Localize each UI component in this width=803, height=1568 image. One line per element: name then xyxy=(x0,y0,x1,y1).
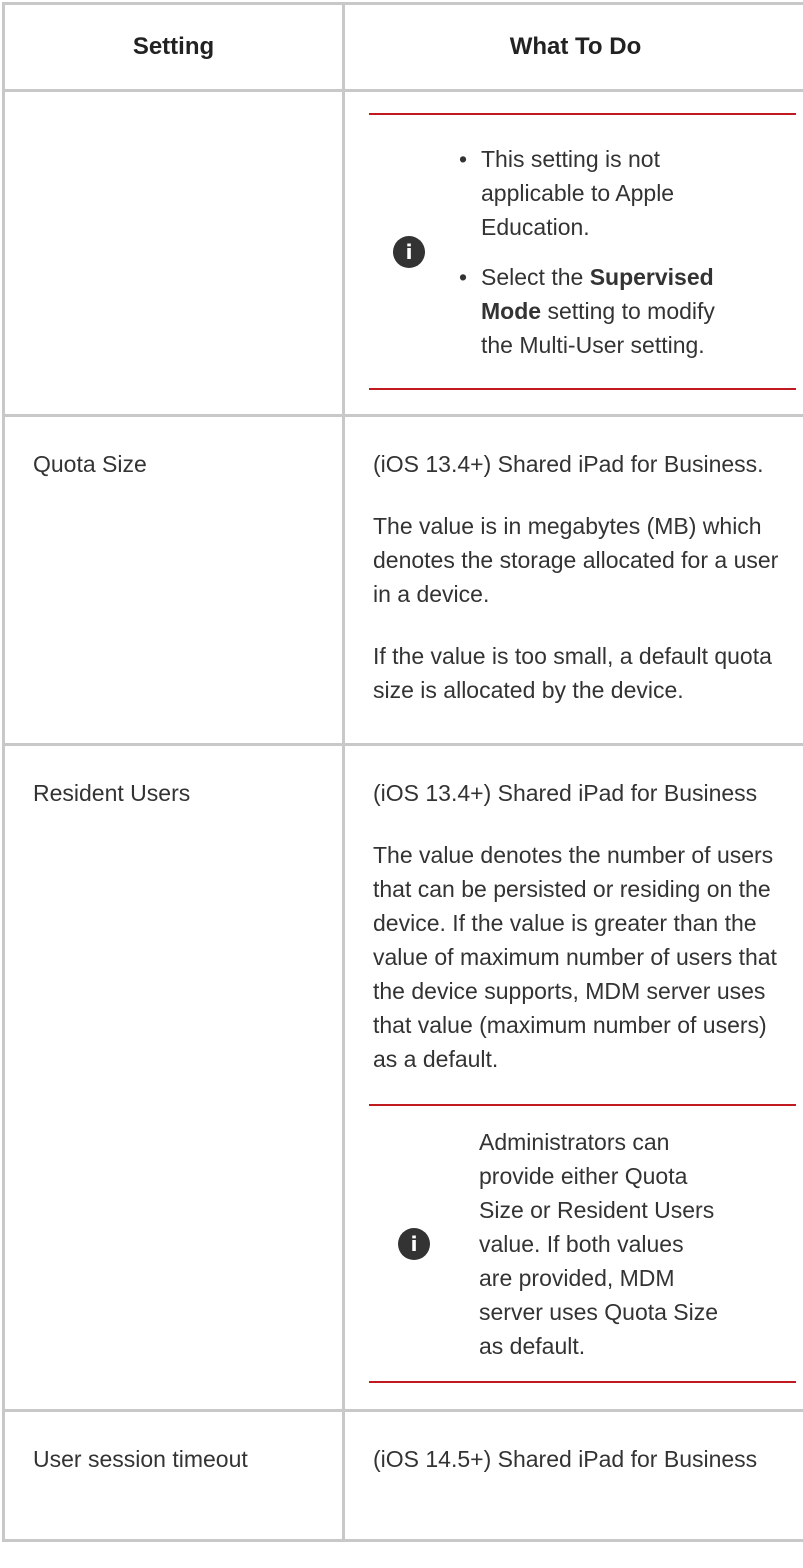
setting-name: Quota Size xyxy=(33,451,147,477)
what-to-do-cell: (iOS 13.4+) Shared iPad for Business The… xyxy=(342,743,803,1412)
what-to-do-cell: i This setting is not applicable to Appl… xyxy=(342,89,803,417)
description-paragraph: (iOS 13.4+) Shared iPad for Business xyxy=(373,780,758,806)
table-row: Quota Size (iOS 13.4+) Shared iPad for B… xyxy=(2,414,803,746)
note-box: i This setting is not applicable to Appl… xyxy=(369,113,796,390)
description-paragraph: (iOS 13.4+) Shared iPad for Business. xyxy=(373,451,764,477)
table-row: User session timeout (iOS 14.5+) Shared … xyxy=(2,1409,803,1542)
setting-cell: Quota Size xyxy=(2,414,345,746)
table-header-row: Setting What To Do xyxy=(2,2,803,92)
description-paragraph: The value is in megabytes (MB) which den… xyxy=(373,513,779,607)
what-to-do-cell: (iOS 14.5+) Shared iPad for Business xyxy=(342,1409,803,1542)
info-icon: i xyxy=(393,235,425,268)
what-to-do-cell: (iOS 13.4+) Shared iPad for Business. Th… xyxy=(342,414,803,746)
setting-name: User session timeout xyxy=(33,1446,248,1472)
column-header-setting: Setting xyxy=(2,2,345,92)
note-list: This setting is not applicable to Apple … xyxy=(449,142,721,362)
note-bullet: This setting is not applicable to Apple … xyxy=(459,142,721,244)
setting-name: Resident Users xyxy=(33,780,191,806)
description-paragraph: (iOS 14.5+) Shared iPad for Business xyxy=(373,1446,758,1472)
settings-table: Setting What To Do i This setting is not… xyxy=(2,2,803,1542)
note-box: i Administrators can provide either Quot… xyxy=(369,1104,796,1383)
note-bullet: Select the Supervised Mode setting to mo… xyxy=(459,260,721,362)
description-paragraph: If the value is too small, a default quo… xyxy=(373,643,772,703)
table-row: i This setting is not applicable to Appl… xyxy=(2,89,803,417)
setting-cell-empty xyxy=(2,89,345,417)
column-header-what-to-do: What To Do xyxy=(342,2,803,92)
setting-cell: User session timeout xyxy=(2,1409,345,1542)
table-row: Resident Users (iOS 13.4+) Shared iPad f… xyxy=(2,743,803,1412)
description-paragraph: The value denotes the number of users th… xyxy=(373,842,777,1072)
note-text: Administrators can provide either Quota … xyxy=(479,1128,719,1359)
setting-cell: Resident Users xyxy=(2,743,345,1412)
info-icon: i xyxy=(398,1227,430,1260)
